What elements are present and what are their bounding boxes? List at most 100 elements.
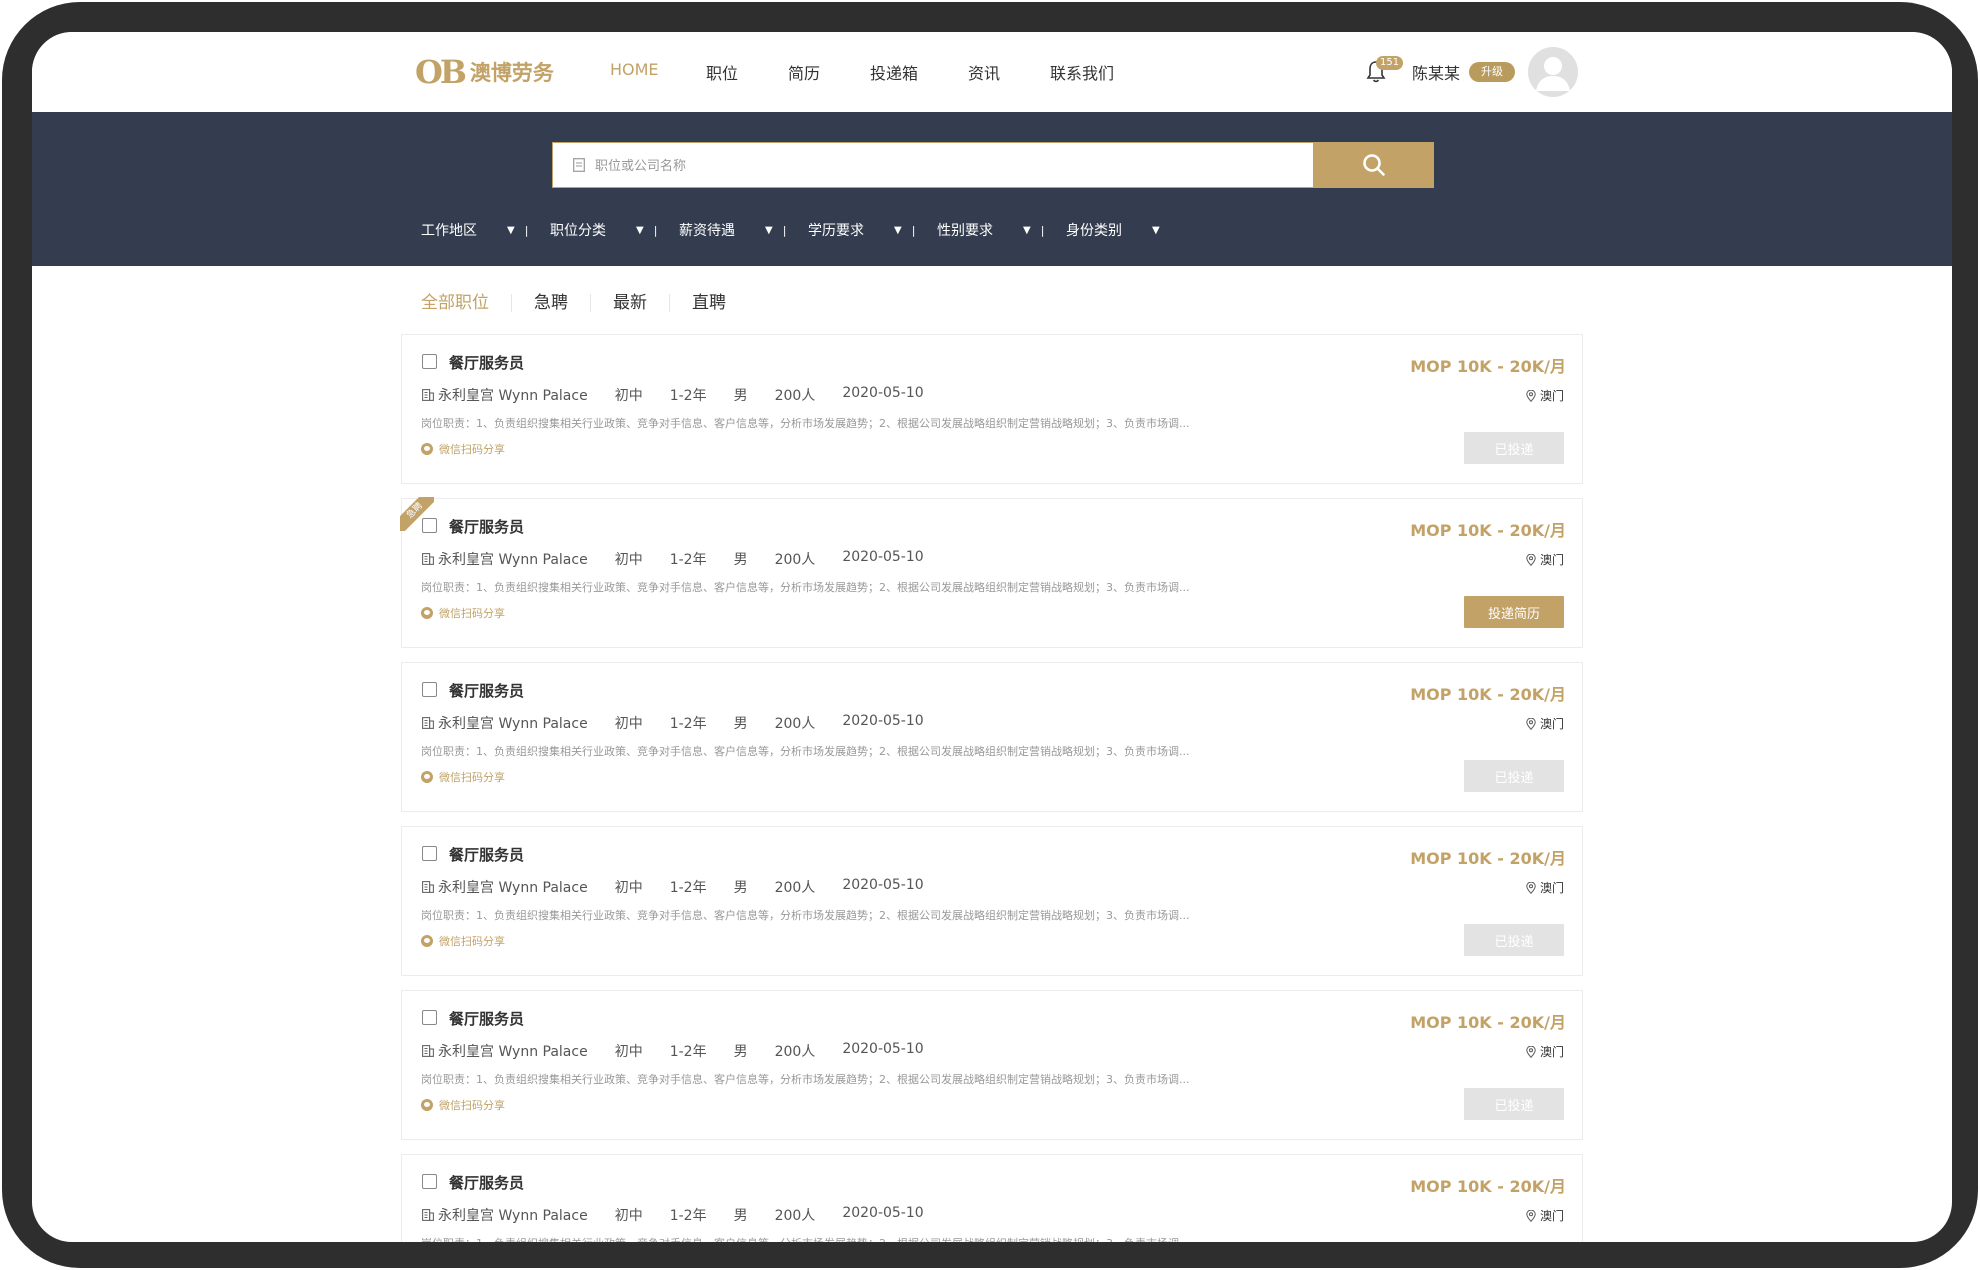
- caret-down-icon: ▼: [1152, 224, 1160, 236]
- tab-all-jobs[interactable]: 全部职位: [421, 294, 511, 312]
- job-checkbox[interactable]: [422, 1010, 437, 1025]
- logo-mark: OB: [415, 53, 467, 91]
- tab-direct[interactable]: 直聘: [669, 294, 748, 312]
- brand-logo[interactable]: OB 澳博劳务: [415, 52, 554, 92]
- job-card[interactable]: 餐厅服务员 永利皇宫 Wynn Palace 初中 1-2年 男 200人 20…: [401, 826, 1583, 976]
- caret-down-icon: ▼: [765, 224, 773, 236]
- experience-requirement: 1-2年: [669, 716, 707, 732]
- location-pin-icon: [1526, 717, 1536, 730]
- job-checkbox[interactable]: [422, 846, 437, 861]
- job-description: 岗位职责：1、负责组织搜集相关行业政策、竞争对手信息、客户信息等，分析市场发展趋…: [421, 1235, 1189, 1242]
- search-input[interactable]: [593, 152, 1337, 180]
- job-title: 餐厅服务员: [449, 846, 525, 864]
- job-location: 澳门: [1526, 387, 1564, 404]
- avatar[interactable]: [1528, 47, 1578, 97]
- education-requirement: 初中: [614, 880, 643, 896]
- job-location: 澳门: [1526, 1043, 1564, 1060]
- nav-item-resume[interactable]: 简历: [788, 60, 870, 84]
- search-button[interactable]: [1313, 142, 1434, 188]
- search-band: 工作地区 ▼ | 职位分类 ▼ | 薪资待遇 ▼ |: [32, 112, 1952, 266]
- caret-down-icon: ▼: [1023, 224, 1031, 236]
- caret-down-icon: ▼: [507, 224, 515, 236]
- job-description: 岗位职责：1、负责组织搜集相关行业政策、竞争对手信息、客户信息等，分析市场发展趋…: [421, 1073, 1190, 1086]
- username[interactable]: 陈某某: [1412, 60, 1460, 84]
- upgrade-button[interactable]: 升级: [1469, 62, 1515, 82]
- nav-item-jobs[interactable]: 职位: [706, 60, 788, 84]
- filter-identity[interactable]: 身份类别 ▼: [1066, 220, 1195, 240]
- filter-salary[interactable]: 薪资待遇 ▼ |: [679, 220, 808, 240]
- nav-item-contact[interactable]: 联系我们: [1050, 60, 1114, 84]
- main-nav: HOME 职位 简历 投递箱 资讯 联系我们: [610, 60, 1114, 84]
- job-description: 岗位职责：1、负责组织搜集相关行业政策、竞争对手信息、客户信息等，分析市场发展趋…: [421, 417, 1190, 430]
- search-icon: [1362, 154, 1385, 176]
- filter-label: 学历要求: [808, 223, 864, 239]
- applied-button[interactable]: 已投递: [1464, 1088, 1564, 1120]
- wechat-icon: [421, 607, 433, 619]
- wechat-icon: [421, 443, 433, 455]
- gender-requirement: 男: [733, 880, 748, 896]
- applied-button[interactable]: 已投递: [1464, 760, 1564, 792]
- top-header: OB 澳博劳务 HOME 职位 简历 投递箱 资讯 联系我们 151 陈某某 升…: [32, 32, 1952, 112]
- job-tabs: 全部职位 急聘 最新 直聘: [421, 294, 748, 312]
- location-pin-icon: [1526, 389, 1536, 402]
- filter-education[interactable]: 学历要求 ▼ |: [808, 220, 937, 240]
- wechat-share-link[interactable]: 微信扫码分享: [421, 933, 505, 949]
- job-title: 餐厅服务员: [449, 682, 525, 700]
- filter-work-area[interactable]: 工作地区 ▼ |: [421, 220, 550, 240]
- nav-item-home[interactable]: HOME: [610, 60, 706, 84]
- filter-gender[interactable]: 性别要求 ▼ |: [937, 220, 1066, 240]
- job-meta: 永利皇宫 Wynn Palace 初中 1-2年 男 200人 2020-05-…: [438, 713, 951, 733]
- job-card[interactable]: 餐厅服务员 永利皇宫 Wynn Palace 初中 1-2年 男 200人 20…: [401, 662, 1583, 812]
- company-name[interactable]: 永利皇宫 Wynn Palace: [438, 877, 588, 897]
- job-checkbox[interactable]: [422, 682, 437, 697]
- company-name[interactable]: 永利皇宫 Wynn Palace: [438, 385, 588, 405]
- nav-item-news[interactable]: 资讯: [968, 60, 1050, 84]
- company-name[interactable]: 永利皇宫 Wynn Palace: [438, 1205, 588, 1225]
- company-name[interactable]: 永利皇宫 Wynn Palace: [438, 549, 588, 569]
- experience-requirement: 1-2年: [669, 552, 707, 568]
- headcount: 200人: [774, 880, 816, 896]
- job-card[interactable]: 餐厅服务员 永利皇宫 Wynn Palace 初中 1-2年 男 200人 20…: [400, 497, 1583, 648]
- headcount: 200人: [774, 388, 816, 404]
- applied-button[interactable]: 已投递: [1464, 432, 1564, 464]
- nav-item-outbox[interactable]: 投递箱: [870, 60, 968, 84]
- wechat-share-link[interactable]: 微信扫码分享: [421, 769, 505, 785]
- location-pin-icon: [1526, 553, 1536, 566]
- job-checkbox[interactable]: [422, 354, 437, 369]
- gender-requirement: 男: [733, 552, 748, 568]
- experience-requirement: 1-2年: [669, 388, 707, 404]
- location-label: 澳门: [1539, 1045, 1564, 1059]
- job-card[interactable]: 餐厅服务员 永利皇宫 Wynn Palace 初中 1-2年 男 200人 20…: [401, 1154, 1583, 1242]
- building-icon: [422, 1209, 434, 1221]
- job-card[interactable]: 餐厅服务员 永利皇宫 Wynn Palace 初中 1-2年 男 200人 20…: [401, 990, 1583, 1140]
- job-location: 澳门: [1526, 1207, 1564, 1224]
- applied-button[interactable]: 已投递: [1464, 924, 1564, 956]
- job-checkbox[interactable]: [422, 1174, 437, 1189]
- filter-job-category[interactable]: 职位分类 ▼ |: [550, 220, 679, 240]
- building-icon: [422, 881, 434, 893]
- location-label: 澳门: [1539, 717, 1564, 731]
- wechat-share-link[interactable]: 微信扫码分享: [421, 1097, 505, 1113]
- filter-bar: 工作地区 ▼ | 职位分类 ▼ | 薪资待遇 ▼ | 学历要求 ▼ | 性别要求…: [421, 220, 1195, 240]
- company-name[interactable]: 永利皇宫 Wynn Palace: [438, 713, 588, 733]
- share-label: 微信扫码分享: [439, 1099, 505, 1112]
- share-label: 微信扫码分享: [439, 935, 505, 948]
- job-card[interactable]: 餐厅服务员 永利皇宫 Wynn Palace 初中 1-2年 男 200人 20…: [401, 334, 1583, 484]
- job-title: 餐厅服务员: [449, 518, 525, 536]
- wechat-share-link[interactable]: 微信扫码分享: [421, 605, 505, 621]
- tab-urgent[interactable]: 急聘: [511, 294, 590, 312]
- wechat-share-link[interactable]: 微信扫码分享: [421, 441, 505, 457]
- job-description: 岗位职责：1、负责组织搜集相关行业政策、竞争对手信息、客户信息等，分析市场发展趋…: [421, 909, 1190, 922]
- headcount: 200人: [774, 552, 816, 568]
- urgent-ribbon-label: 急聘: [400, 497, 434, 531]
- education-requirement: 初中: [614, 388, 643, 404]
- experience-requirement: 1-2年: [669, 1208, 707, 1224]
- user-silhouette-icon: [1536, 57, 1570, 91]
- company-name[interactable]: 永利皇宫 Wynn Palace: [438, 1041, 588, 1061]
- tab-latest[interactable]: 最新: [590, 294, 669, 312]
- share-label: 微信扫码分享: [439, 443, 505, 456]
- salary: MOP 10K - 20K/月: [1410, 685, 1566, 704]
- location-pin-icon: [1526, 1209, 1536, 1222]
- apply-resume-button[interactable]: 投递简历: [1464, 596, 1564, 628]
- browser-screen: OB 澳博劳务 HOME 职位 简历 投递箱 资讯 联系我们 151 陈某某 升…: [32, 32, 1952, 1242]
